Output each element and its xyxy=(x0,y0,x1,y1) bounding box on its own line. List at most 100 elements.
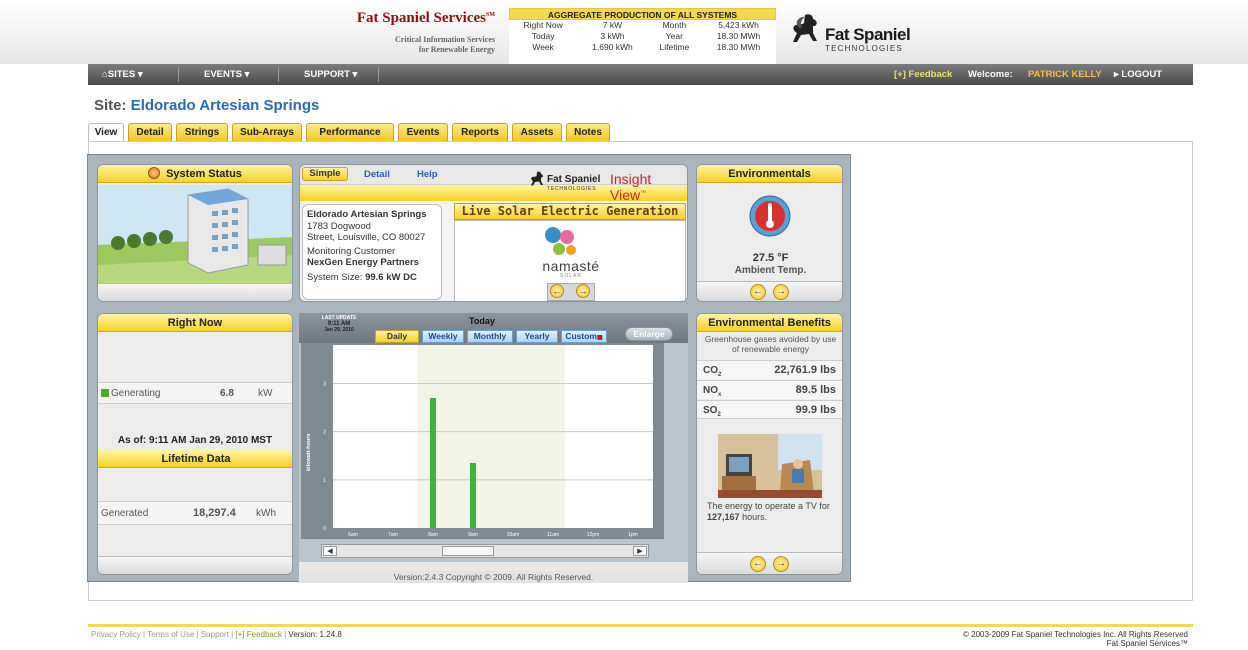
tab-view[interactable]: View xyxy=(88,123,124,142)
benefits-prev-button[interactable]: ← xyxy=(750,556,766,572)
brand-tagline-1: Critical Information Services xyxy=(395,35,495,44)
chart-tab-weekly[interactable]: Weekly xyxy=(422,330,464,343)
aggregate-table: Right Now 7 kW Month 5,423 kWh Today 3 k… xyxy=(509,20,776,53)
footer-feedback-link[interactable]: [+] Feedback xyxy=(235,630,281,639)
info-address-1: 1783 Dogwood xyxy=(307,220,371,232)
footer-links: Privacy Policy | Terms of Use | Support … xyxy=(91,630,342,639)
arrow-left-icon: ← xyxy=(753,558,763,569)
tab-reports[interactable]: Reports xyxy=(452,123,508,141)
insight-view-panel: System Status Simple Detail Help Fat Spa… xyxy=(87,154,851,583)
ambient-temperature-value: 27.5 °F xyxy=(752,252,789,264)
scroll-left-icon[interactable]: ◀ xyxy=(323,546,337,556)
chart-tab-yearly[interactable]: Yearly xyxy=(516,330,558,343)
scroll-right-icon[interactable]: ▶ xyxy=(633,546,647,556)
thermometer-icon xyxy=(749,195,791,237)
building-illustration xyxy=(98,185,292,283)
right-now-power-unit: kW xyxy=(258,388,273,399)
subtab-detail[interactable]: Detail xyxy=(364,169,390,180)
brand-sup: SM xyxy=(486,12,495,18)
partner-prev-button[interactable]: ← xyxy=(550,284,564,298)
aggregate-value: 1,690 kWh xyxy=(592,42,633,52)
tv-hours-value: 127,167 xyxy=(707,512,740,522)
table-row: NOx 89.5 lbs xyxy=(697,380,842,399)
aggregate-label: Right Now xyxy=(523,20,563,30)
chart-scrollbar[interactable]: ◀ ▶ xyxy=(321,544,649,558)
tab-strings[interactable]: Strings xyxy=(176,123,228,141)
benefits-next-button[interactable]: → xyxy=(773,556,789,572)
environmental-benefits-title: Environmental Benefits xyxy=(697,314,842,332)
tab-performance[interactable]: Performance xyxy=(306,123,394,141)
nav-logout-link[interactable]: ▸ LOGOUT xyxy=(1114,69,1162,80)
subtab-simple[interactable]: Simple xyxy=(302,167,348,181)
insight-product-tm: ™ xyxy=(640,190,647,197)
tab-assets[interactable]: Assets xyxy=(512,123,562,141)
x-tick-label: 12pm xyxy=(587,532,600,538)
x-tick-label: 1pm xyxy=(628,532,638,538)
scroll-thumb[interactable] xyxy=(442,546,494,556)
generated-row: Generated 18,297.4 kWh xyxy=(98,501,292,525)
gas-subscript: 2 xyxy=(718,372,722,378)
spaniel-dog-icon xyxy=(793,14,817,43)
table-row: Right Now 7 kW Month 5,423 kWh xyxy=(509,20,776,31)
tv-text-1: The energy to operate a TV for xyxy=(707,501,830,511)
site-info-card: Eldorado Artesian Springs 1783 Dogwood S… xyxy=(302,204,442,300)
tab-notes[interactable]: Notes xyxy=(566,123,610,141)
brand-name: Fat Spaniel Services xyxy=(356,10,486,26)
site-name: Eldorado Artesian Springs xyxy=(130,97,320,114)
gas-value: 22,761.9 lbs xyxy=(774,364,836,376)
aggregate-value: 7 kW xyxy=(602,20,623,30)
partner-next-button[interactable]: → xyxy=(576,284,590,298)
tab-detail[interactable]: Detail xyxy=(128,123,172,141)
nav-user-name[interactable]: PATRICK KELLY xyxy=(1028,69,1102,80)
nav-feedback-link[interactable]: [+] Feedback xyxy=(894,69,952,80)
generated-label: Generated xyxy=(101,508,149,519)
version-bar xyxy=(299,562,688,571)
nav-support-menu[interactable]: SUPPORT ▾ xyxy=(304,69,357,80)
box-footer xyxy=(697,281,842,301)
info-site-name: Eldorado Artesian Springs xyxy=(307,209,427,220)
subtab-help[interactable]: Help xyxy=(417,169,438,180)
arrow-left-icon: ← xyxy=(552,286,562,296)
box-footer xyxy=(697,552,842,574)
nav-events-menu[interactable]: EVENTS ▾ xyxy=(204,69,249,80)
live-generation-title: Live Solar Electric Generation xyxy=(454,203,686,220)
chart-panel: LAST UPDATE 9:11 AM Jan 29, 2010 Today D… xyxy=(299,313,688,571)
generated-value: 18,297.4 xyxy=(193,507,236,519)
generating-status: Generating xyxy=(111,388,161,399)
benefits-description: Greenhouse gases avoided by use of renew… xyxy=(704,334,837,354)
tab-events[interactable]: Events xyxy=(398,123,448,141)
partner-logo-sub: SOLAR xyxy=(560,273,582,279)
tab-sub-arrays[interactable]: Sub-Arrays xyxy=(232,123,302,141)
y-tick-label: 1 xyxy=(323,478,326,484)
chart-tab-monthly[interactable]: Monthly xyxy=(467,330,513,343)
environmentals-prev-button[interactable]: ← xyxy=(750,284,766,300)
aggregate-label: Lifetime xyxy=(659,42,690,52)
insight-version-text: Version:2.4.3 Copyright © 2009. All Righ… xyxy=(299,571,688,583)
environmentals-next-button[interactable]: → xyxy=(773,284,789,300)
enlarge-button[interactable]: Enlarge xyxy=(625,327,673,341)
insight-info-box: Simple Detail Help Fat Spaniel TECHNOLOG… xyxy=(299,164,688,302)
terms-of-use-link[interactable]: Terms of Use xyxy=(147,630,194,639)
tv-text-2: hours. xyxy=(742,512,768,522)
chart-tab-daily[interactable]: Daily xyxy=(375,330,419,343)
support-link[interactable]: Support xyxy=(201,630,229,639)
generated-unit: kWh xyxy=(256,508,276,519)
table-row: Today 3 kWh Year 18.30 MWh xyxy=(509,31,776,42)
calendar-icon: ▦ xyxy=(596,335,603,341)
chart-bar xyxy=(470,462,476,528)
lifetime-data-title: Lifetime Data xyxy=(98,450,292,468)
aggregate-value: 18.30 MWh xyxy=(716,31,761,41)
privacy-policy-link[interactable]: Privacy Policy xyxy=(91,630,141,639)
info-size-label: System Size: xyxy=(307,271,363,283)
y-tick-label: 2 xyxy=(323,430,326,436)
app-version: Version: 1.24.8 xyxy=(288,630,342,639)
gas-name: SO xyxy=(703,405,718,416)
gas-name: NO xyxy=(703,385,718,396)
environmentals-title: Environmentals xyxy=(697,165,842,183)
info-customer: NexGen Energy Partners xyxy=(307,257,419,268)
insight-product-name: Insight View™ xyxy=(610,171,687,203)
nav-sites-menu[interactable]: ⌂SITES ▾ xyxy=(102,69,143,80)
nav-divider xyxy=(278,67,279,82)
status-indicator-icon xyxy=(148,167,161,179)
info-monitoring-label: Monitoring Customer xyxy=(307,245,396,257)
